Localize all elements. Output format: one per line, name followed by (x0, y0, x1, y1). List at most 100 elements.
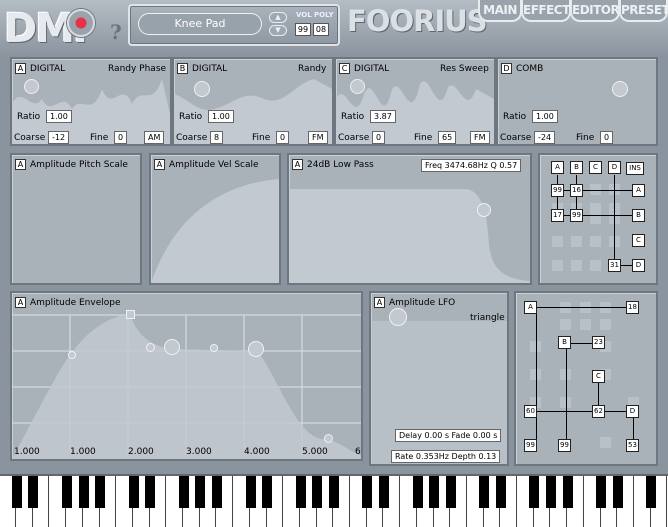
black-key[interactable] (596, 476, 607, 508)
matrix1-col-d[interactable]: D (608, 161, 621, 174)
osc-d-coarse-value[interactable]: -24 (534, 131, 556, 144)
osc-b-fine-value[interactable]: 0 (276, 131, 290, 144)
black-key[interactable] (61, 476, 72, 508)
lowpass-knob[interactable] (477, 203, 491, 217)
black-key[interactable] (145, 476, 156, 508)
matrix1-ins[interactable]: INS (626, 162, 644, 175)
black-key[interactable] (429, 476, 440, 508)
patch-down-arrow-icon[interactable]: ▼ (269, 25, 287, 36)
tab-main[interactable]: MAIN (478, 0, 522, 22)
matrix2-node-23[interactable]: 23 (592, 336, 605, 349)
matrix2-node-62[interactable]: 62 (592, 405, 605, 418)
osc-b-type[interactable]: DIGITAL (192, 64, 227, 74)
osc-d-type[interactable]: COMB (516, 64, 543, 74)
envelope-end-handle[interactable] (324, 434, 333, 443)
matrix2-node-b[interactable]: B (558, 336, 571, 349)
envelope-decay-handle[interactable] (146, 343, 155, 352)
osc-d-knob[interactable] (612, 81, 628, 97)
black-key[interactable] (178, 476, 189, 508)
lfo-knob[interactable] (389, 308, 407, 326)
osc-a-wave[interactable]: Randy Phase (108, 64, 166, 74)
tab-editors[interactable]: EDITORS (570, 0, 628, 22)
osc-b-mod-value[interactable]: FM (308, 131, 328, 144)
tab-effects[interactable]: EFFECTS (521, 0, 578, 22)
matrix1-col-b[interactable]: B (570, 161, 583, 174)
matrix2-node-18[interactable]: 18 (626, 301, 639, 314)
black-key[interactable] (245, 476, 256, 508)
patch-up-arrow-icon[interactable]: ▲ (269, 12, 287, 23)
record-button-icon[interactable] (67, 9, 95, 37)
black-key[interactable] (195, 476, 206, 508)
polyphony-value[interactable]: 08 (313, 23, 329, 36)
matrix1-row-d[interactable]: D (632, 259, 645, 272)
matrix2-node-60[interactable]: 60 (524, 405, 537, 418)
volume-value[interactable]: 99 (295, 23, 311, 36)
matrix1-row-b[interactable]: B (632, 209, 645, 222)
matrix2-cell[interactable] (600, 437, 611, 448)
matrix2-node-99b[interactable]: 99 (558, 439, 571, 452)
matrix1-cell[interactable] (571, 260, 582, 271)
black-key[interactable] (546, 476, 557, 508)
envelope-peak-handle[interactable] (126, 310, 135, 319)
black-key[interactable] (562, 476, 573, 508)
black-key[interactable] (479, 476, 490, 508)
matrix1-cell[interactable] (590, 260, 601, 271)
osc-a-coarse-value[interactable]: -12 (48, 131, 70, 144)
matrix1-row-c[interactable]: C (632, 234, 645, 247)
black-key[interactable] (646, 476, 657, 508)
osc-c-ratio-value[interactable]: 3.87 (370, 110, 396, 123)
black-key[interactable] (412, 476, 423, 508)
osc-a-type[interactable]: DIGITAL (30, 64, 65, 74)
lfo-rate-depth[interactable]: Rate 0.353Hz Depth 0.13 (391, 450, 501, 463)
black-key[interactable] (445, 476, 456, 508)
help-icon[interactable]: ? (110, 20, 122, 44)
black-key[interactable] (612, 476, 623, 508)
lowpass-freq-q[interactable]: Freq 3474.68Hz Q 0.57 (421, 159, 522, 172)
osc-d-fine-value[interactable]: 0 (600, 131, 614, 144)
matrix1-cell[interactable] (571, 236, 582, 247)
osc-b-knob[interactable] (194, 81, 210, 97)
matrix2-node-99a[interactable]: 99 (524, 439, 537, 452)
matrix1-r1c1[interactable]: 99 (570, 209, 583, 222)
osc-a-knob[interactable] (24, 79, 39, 94)
black-key[interactable] (295, 476, 306, 508)
black-key[interactable] (362, 476, 373, 508)
matrix1-cell[interactable] (552, 236, 563, 247)
lfo-delay-fade[interactable]: Delay 0.00 s Fade 0.00 s (395, 429, 502, 442)
osc-b-coarse-value[interactable]: 8 (210, 131, 224, 144)
matrix2-node-d[interactable]: D (626, 405, 639, 418)
matrix2-cell[interactable] (580, 319, 591, 330)
black-key[interactable] (78, 476, 89, 508)
envelope-hold-handle[interactable] (210, 344, 218, 352)
black-key[interactable] (529, 476, 540, 508)
osc-a-fine-value[interactable]: 0 (114, 131, 128, 144)
osc-b-ratio-value[interactable]: 1.00 (208, 110, 234, 123)
piano-keyboard[interactable] (0, 474, 668, 527)
osc-d-ratio-value[interactable]: 1.00 (532, 110, 558, 123)
osc-c-knob[interactable] (350, 79, 365, 94)
lfo-wave-type[interactable]: triangle (470, 313, 505, 323)
envelope-release-handle[interactable] (248, 341, 264, 357)
black-key[interactable] (28, 476, 39, 508)
matrix1-col-c[interactable]: C (589, 161, 602, 174)
osc-b-wave[interactable]: Randy (298, 64, 326, 74)
matrix1-cell[interactable] (552, 260, 563, 271)
envelope-sustain-handle[interactable] (164, 339, 180, 355)
osc-c-mod-value[interactable]: FM (470, 131, 490, 144)
matrix1-r3c3[interactable]: 31 (608, 259, 621, 272)
black-key[interactable] (379, 476, 390, 508)
tab-preset[interactable]: PRESET (619, 0, 668, 22)
matrix1-r0c0[interactable]: 99 (551, 184, 564, 197)
envelope-attack-handle[interactable] (68, 351, 76, 359)
matrix1-row-a[interactable]: A (632, 184, 645, 197)
matrix1-r0c1[interactable]: 16 (570, 184, 583, 197)
osc-a-ratio-value[interactable]: 1.00 (46, 110, 72, 123)
osc-c-type[interactable]: DIGITAL (354, 64, 389, 74)
matrix1-r1c0[interactable]: 17 (551, 209, 564, 222)
patch-name-display[interactable]: Knee Pad (138, 13, 262, 35)
black-key[interactable] (329, 476, 339, 508)
matrix2-cell[interactable] (600, 319, 611, 330)
matrix2-node-a[interactable]: A (524, 301, 537, 314)
osc-c-wave[interactable]: Res Sweep (440, 64, 489, 74)
black-key[interactable] (95, 476, 106, 508)
